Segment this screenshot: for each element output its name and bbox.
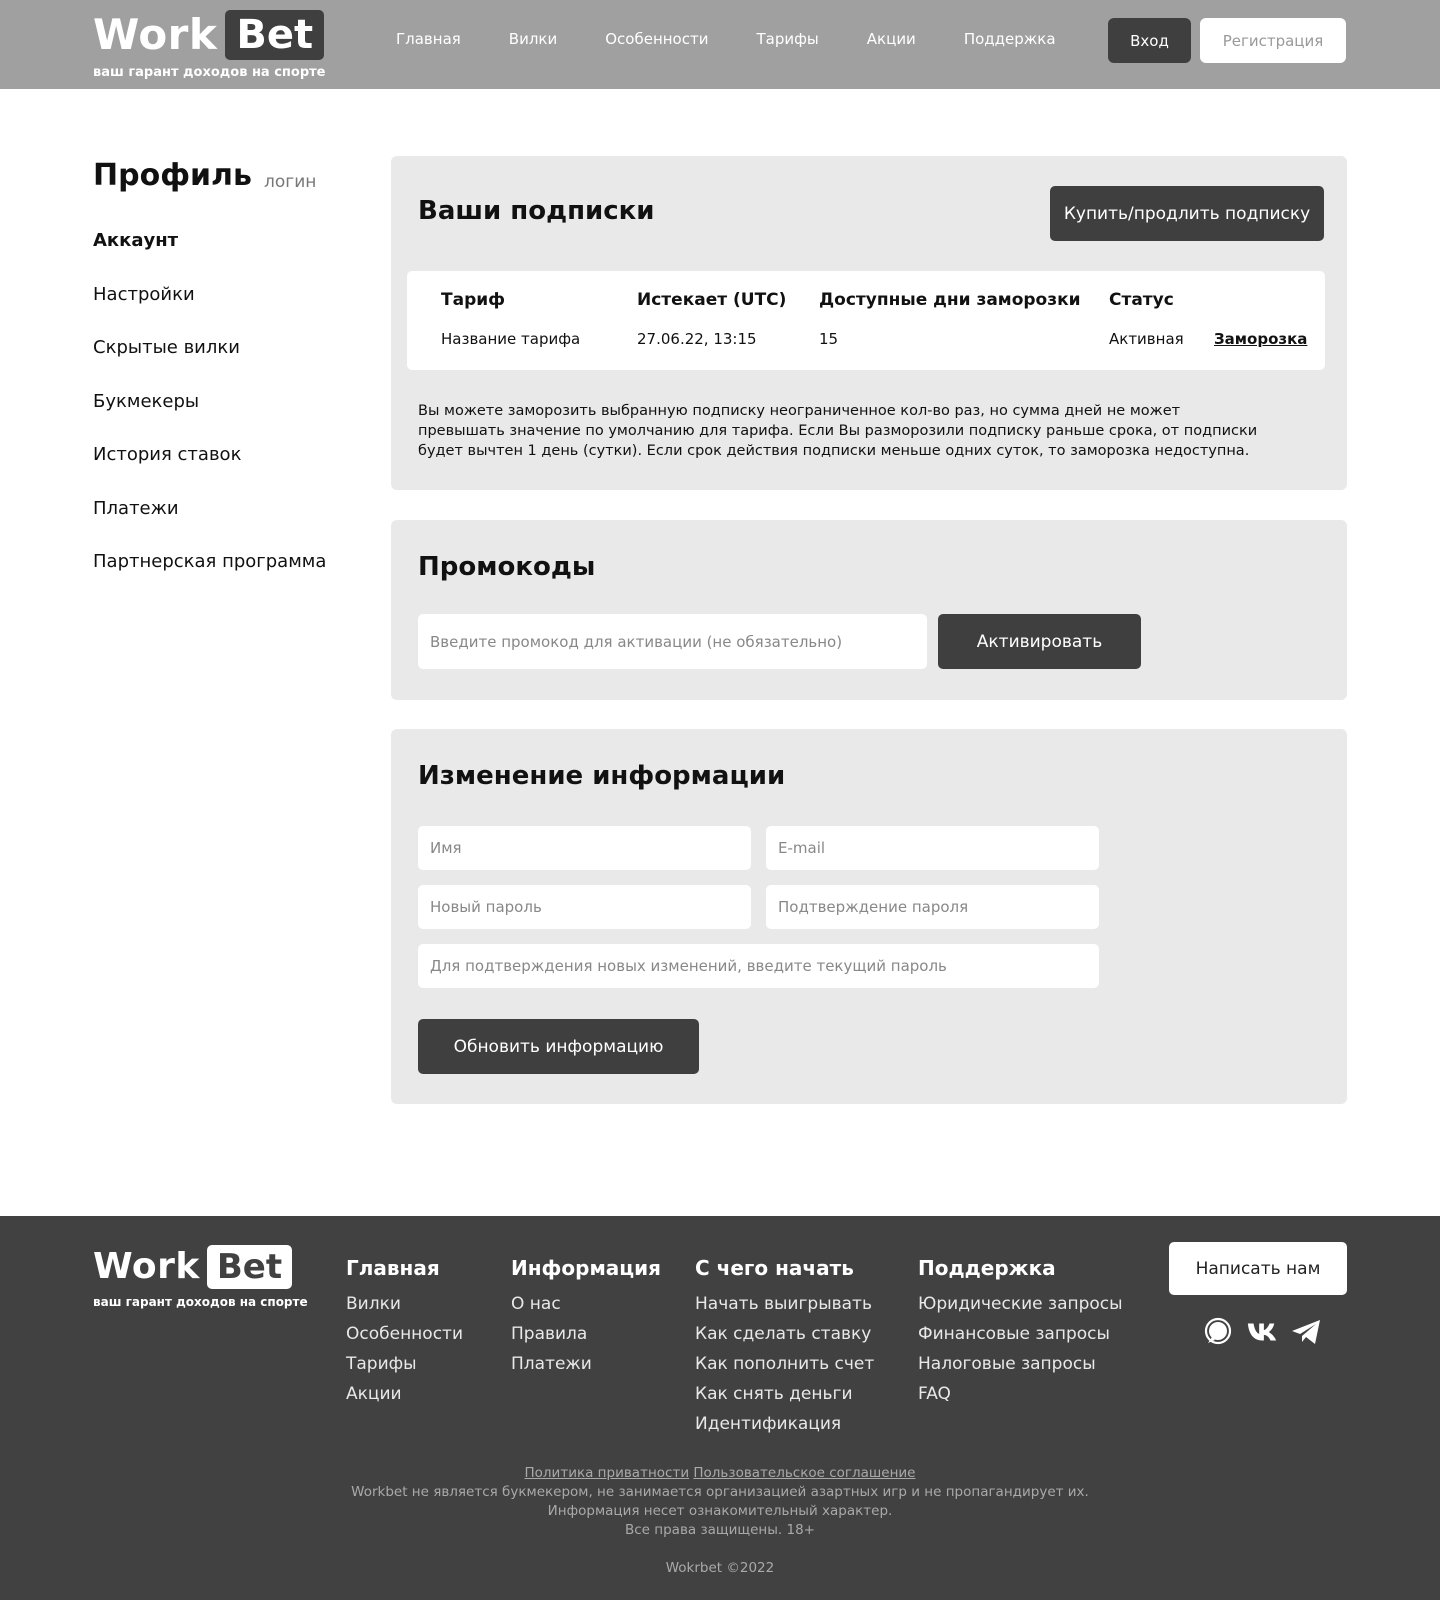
logo-work: Work	[93, 10, 218, 59]
footer-column-title: Поддержка	[918, 1256, 1056, 1280]
logo-bet: Bet	[225, 10, 325, 60]
main-nav: Главная Вилки Особенности Тарифы Акции П…	[396, 30, 1104, 48]
footer-link[interactable]: Как пополнить счет	[695, 1354, 874, 1384]
freeze-note: Вы можете заморозить выбранную подписку …	[418, 403, 1258, 459]
sidebar-item-hidden-forks[interactable]: Скрытые вилки	[93, 337, 326, 391]
column-header-expires: Истекает (UTC)	[637, 290, 787, 310]
footer-link[interactable]: Юридические запросы	[918, 1294, 1123, 1324]
sidebar-item-account[interactable]: Аккаунт	[93, 230, 326, 284]
telegram-icon[interactable]	[1290, 1316, 1322, 1348]
nav-tariffs[interactable]: Тарифы	[756, 30, 818, 48]
footer-link[interactable]: FAQ	[918, 1384, 1123, 1414]
cell-status: Активная	[1109, 330, 1184, 348]
footer-column-info: Информация О нас Правила Платежи	[511, 1256, 661, 1384]
footer-link[interactable]: О нас	[511, 1294, 661, 1324]
freeze-link[interactable]: Заморозка	[1214, 330, 1307, 348]
footer-link[interactable]: Вилки	[346, 1294, 463, 1324]
logo-tagline: ваш гарант доходов на спорте	[93, 65, 326, 80]
footer-column-title: Информация	[511, 1256, 661, 1280]
footer-link[interactable]: Тарифы	[346, 1354, 463, 1384]
profile-menu: Аккаунт Настройки Скрытые вилки Букмекер…	[93, 230, 326, 605]
promo-title: Промокоды	[418, 552, 596, 582]
footer-link[interactable]: Правила	[511, 1324, 661, 1354]
sidebar-item-bet-history[interactable]: История ставок	[93, 444, 326, 498]
write-us-button[interactable]: Написать нам	[1169, 1242, 1347, 1295]
footer-column-title[interactable]: Главная	[346, 1256, 463, 1280]
legal-text: Workbet не является букмекером, не заним…	[351, 1484, 1089, 1500]
social-links	[1202, 1316, 1322, 1348]
activate-button[interactable]: Активировать	[938, 614, 1141, 669]
copyright: Wokrbet ©2022	[665, 1560, 775, 1576]
subscriptions-table: Тариф Истекает (UTC) Доступные дни замор…	[407, 271, 1325, 370]
change-info-title: Изменение информации	[418, 761, 786, 791]
current-password-field[interactable]: Для подтверждения новых изменений, введи…	[418, 944, 1099, 988]
vk-icon[interactable]	[1246, 1316, 1278, 1348]
site-footer: Work Bet ваш гарант доходов на спорте Гл…	[0, 1216, 1440, 1600]
login-button[interactable]: Вход	[1108, 18, 1191, 63]
footer-link[interactable]: Платежи	[511, 1354, 661, 1384]
footer-link[interactable]: Особенности	[346, 1324, 463, 1354]
privacy-policy-link[interactable]: Политика приватности	[525, 1465, 690, 1481]
footer-link[interactable]: Финансовые запросы	[918, 1324, 1123, 1354]
site-header: Work Bet ваш гарант доходов на спорте Гл…	[0, 0, 1440, 89]
footer-logo-work: Work	[93, 1246, 200, 1287]
sidebar-item-bookmakers[interactable]: Букмекеры	[93, 391, 326, 445]
logo[interactable]: Work Bet	[93, 9, 325, 61]
footer-link[interactable]: Как снять деньги	[695, 1384, 874, 1414]
footer-link[interactable]: Начать выигрывать	[695, 1294, 874, 1324]
promo-card: Промокоды Введите промокод для активации…	[391, 520, 1347, 700]
column-header-plan: Тариф	[441, 290, 506, 310]
footer-column-support: Поддержка Юридические запросы Финансовые…	[918, 1256, 1123, 1414]
promo-input[interactable]: Введите промокод для активации (не обяза…	[418, 614, 927, 669]
new-password-field[interactable]: Новый пароль	[418, 885, 751, 929]
sidebar-item-payments[interactable]: Платежи	[93, 498, 326, 552]
sidebar-item-partner-program[interactable]: Партнерская программа	[93, 551, 326, 605]
cell-freeze-days: 15	[819, 330, 839, 348]
footer-tagline: ваш гарант доходов на спорте	[93, 1295, 308, 1309]
footer-logo-bet: Bet	[206, 1245, 293, 1289]
legal-text: Информация несет ознакомительный характе…	[547, 1503, 893, 1519]
column-header-status: Статус	[1109, 290, 1174, 310]
footer-legal: Политика приватности Пользовательское со…	[0, 1464, 1440, 1540]
name-field[interactable]: Имя	[418, 826, 751, 870]
nav-support[interactable]: Поддержка	[964, 30, 1056, 48]
buy-subscription-button[interactable]: Купить/продлить подписку	[1050, 186, 1324, 241]
email-field[interactable]: E-mail	[766, 826, 1099, 870]
nav-promotions[interactable]: Акции	[867, 30, 916, 48]
footer-link[interactable]: Акции	[346, 1384, 463, 1414]
change-info-card: Изменение информации Имя E-mail Новый па…	[391, 729, 1347, 1104]
nav-forks[interactable]: Вилки	[509, 30, 557, 48]
cell-plan: Название тарифа	[441, 330, 581, 348]
column-header-freeze-days: Доступные дни заморозки	[819, 290, 1081, 310]
nav-home[interactable]: Главная	[396, 30, 461, 48]
footer-link[interactable]: Идентификация	[695, 1414, 874, 1444]
chat-icon[interactable]	[1202, 1316, 1234, 1348]
footer-column-title: С чего начать	[695, 1256, 854, 1280]
footer-column-main: Главная Вилки Особенности Тарифы Акции	[346, 1256, 463, 1414]
subscriptions-card: Ваши подписки Купить/продлить подписку Т…	[391, 156, 1347, 490]
cell-expires: 27.06.22, 13:15	[637, 330, 757, 348]
footer-column-start: С чего начать Начать выигрывать Как сдел…	[695, 1256, 874, 1444]
sidebar-item-settings[interactable]: Настройки	[93, 284, 326, 338]
footer-link[interactable]: Как сделать ставку	[695, 1324, 874, 1354]
footer-link[interactable]: Налоговые запросы	[918, 1354, 1123, 1384]
nav-features[interactable]: Особенности	[605, 30, 708, 48]
user-agreement-link[interactable]: Пользовательское соглашение	[693, 1465, 915, 1481]
subscriptions-title: Ваши подписки	[418, 196, 655, 226]
footer-logo[interactable]: Work Bet	[93, 1245, 293, 1289]
update-info-button[interactable]: Обновить информацию	[418, 1019, 699, 1074]
profile-login: логин	[264, 172, 317, 192]
page-title: Профиль	[93, 158, 252, 193]
legal-text: Все права защищены. 18+	[625, 1522, 815, 1538]
register-button[interactable]: Регистрация	[1200, 18, 1346, 63]
confirm-password-field[interactable]: Подтверждение пароля	[766, 885, 1099, 929]
